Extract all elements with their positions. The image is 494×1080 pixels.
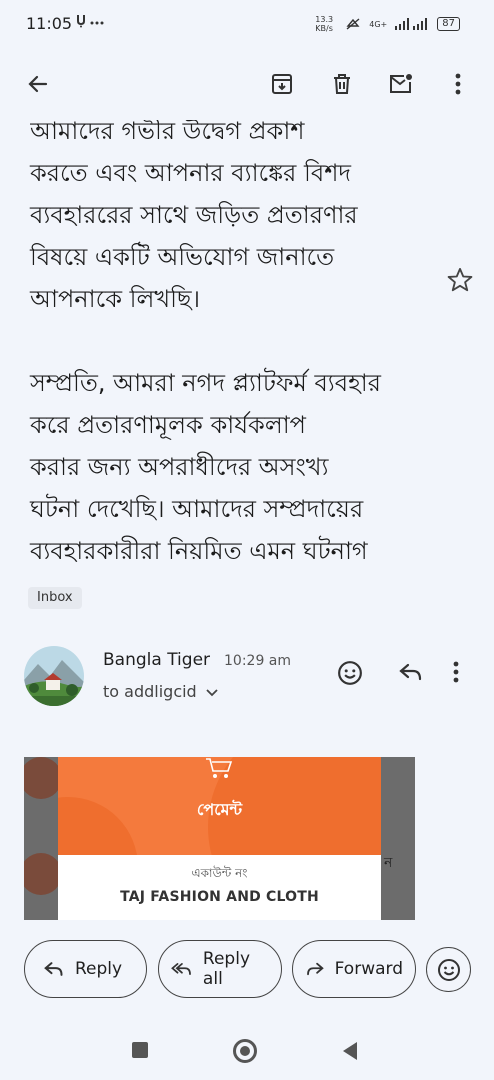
reply-label: Reply (75, 959, 123, 979)
arrow-left-icon (28, 75, 48, 93)
message-line: ব্যবহাররের সাথে জড়িত প্রতারণার (30, 201, 358, 229)
recents-button[interactable] (131, 1041, 149, 1063)
star-button[interactable] (446, 266, 474, 294)
archive-button[interactable] (266, 68, 298, 100)
sender-time: 10:29 am (224, 653, 292, 669)
preview-side-decoration (24, 757, 62, 799)
star-icon (447, 267, 473, 292)
message-line: বিষয়ে একটি অভিযোগ জানাতে (30, 243, 335, 271)
notification-icon (77, 15, 104, 28)
sender-avatar[interactable] (24, 646, 84, 706)
reply-icon (399, 663, 422, 681)
preview-payment-title: পেমেন্ট (196, 800, 243, 819)
avatar-landscape-icon (24, 646, 84, 706)
back-button[interactable] (22, 68, 54, 100)
more-vertical-icon (453, 661, 459, 683)
trash-icon (334, 74, 350, 94)
archive-icon (272, 74, 292, 94)
chevron-down-icon (206, 689, 218, 697)
preview-side-decoration (24, 853, 62, 895)
inbox-label-chip[interactable]: Inbox (28, 587, 82, 609)
reply-all-label: Reply all (202, 949, 251, 989)
cart-icon (206, 758, 233, 778)
emoji-icon (338, 661, 362, 685)
home-button[interactable] (232, 1038, 258, 1068)
message-paragraph: আমাদের গভীর উদ্বেগ প্রকাশ করতে এবং আপনার… (30, 110, 450, 320)
delete-button[interactable] (326, 68, 358, 100)
signal-icon (395, 18, 428, 30)
image-attachment-preview[interactable]: ন পেমেন্ট একাউন্ট নং TAJ FASHION AND CLO… (24, 757, 415, 920)
emoji-icon (437, 958, 460, 981)
message-line: করতে এবং আপনার ব্যাঙ্কের বিশদ (30, 159, 352, 187)
add-reaction-button[interactable] (337, 660, 363, 690)
status-time: 11:05 (26, 14, 73, 33)
status-right: 13.3 KB/s 4G+ 87 (315, 15, 460, 33)
mark-unread-icon (390, 74, 412, 93)
forward-icon (307, 962, 324, 976)
home-circle-icon (233, 1039, 257, 1063)
more-vertical-icon (455, 73, 461, 95)
reply-all-icon (171, 963, 191, 975)
message-line: করে প্রতারণামূলক কার্যকলাপ (30, 411, 306, 439)
preview-side-text: ন (384, 855, 393, 871)
silent-icon (346, 18, 360, 30)
forward-label: Forward (334, 959, 403, 979)
recipient-text: to addligcid (103, 682, 197, 701)
reply-inline-button[interactable] (398, 660, 424, 688)
message-paragraph: সম্প্রতি, আমরা নগদ প্ল্যাটফর্ম ব্যবহার ক… (30, 362, 450, 572)
reply-icon (44, 962, 63, 976)
system-nav-bar (0, 1022, 494, 1080)
triangle-back-icon (343, 1042, 357, 1060)
message-line: ঘটনা দেখেছি। আমাদের সম্প্রদায়ের (30, 495, 364, 523)
message-line: ব্যবহারকারীরা নিয়মিত এমন ঘটনাগ (30, 537, 368, 565)
forward-button[interactable]: Forward (292, 940, 416, 998)
message-line: আমাদের গভীর উদ্বেগ প্রকাশ (30, 117, 305, 145)
preview-account-card: একাউন্ট নং TAJ FASHION AND CLOTH (58, 855, 381, 920)
preview-header: পেমেন্ট (58, 757, 381, 855)
status-bar: 11:05 13.3 KB/s 4G+ 87 (0, 0, 494, 48)
more-options-button[interactable] (442, 68, 474, 100)
message-body: আমাদের গভীর উদ্বেগ প্রকাশ করতে এবং আপনার… (30, 110, 450, 572)
recipient-toggle[interactable]: to addligcid (103, 682, 218, 701)
battery-indicator: 87 (437, 17, 460, 31)
react-button[interactable] (426, 947, 471, 992)
preview-account-label: একাউন্ট নং (191, 866, 248, 880)
reply-button[interactable]: Reply (24, 940, 147, 998)
reply-all-button[interactable]: Reply all (158, 940, 282, 998)
message-line: করার জন্য অপরাধীদের অসংখ্য (30, 453, 329, 481)
message-line: সম্প্রতি, আমরা নগদ প্ল্যাটফর্ম ব্যবহার (30, 369, 381, 397)
preview-account-name: TAJ FASHION AND CLOTH (120, 889, 319, 905)
mark-unread-button[interactable] (385, 68, 417, 100)
back-nav-button[interactable] (341, 1041, 359, 1065)
status-notification-icons (76, 12, 110, 32)
net-speed: 13.3 KB/s (315, 15, 334, 33)
network-type: 4G+ (369, 19, 388, 29)
square-icon (132, 1042, 148, 1058)
sender-name: Bangla Tiger (103, 650, 211, 670)
message-more-button[interactable] (452, 660, 460, 688)
message-line: আপনাকে লিখছি। (30, 285, 201, 313)
